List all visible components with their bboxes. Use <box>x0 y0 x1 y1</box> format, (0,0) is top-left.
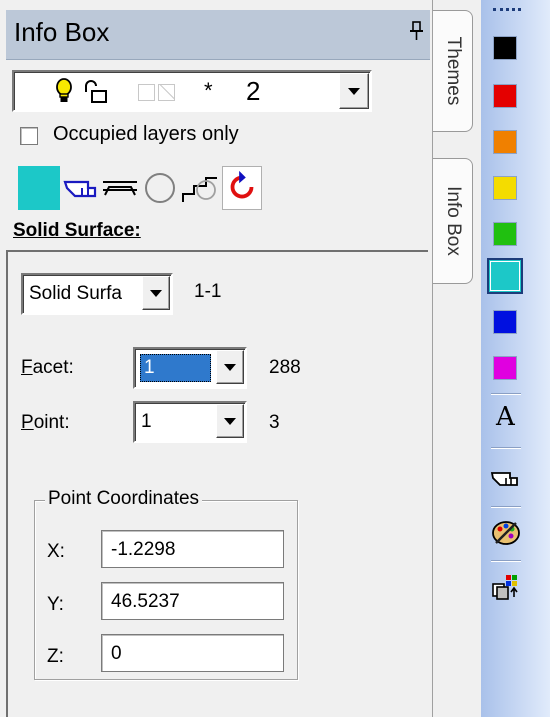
text-style-icon[interactable]: A <box>490 402 522 432</box>
swatch-red[interactable] <box>493 84 517 108</box>
circle-icon[interactable] <box>140 166 180 210</box>
x-coordinate-value: -1.2298 <box>111 539 176 560</box>
facet-dropdown-button[interactable] <box>216 350 244 384</box>
paint-palette-icon[interactable] <box>490 519 522 547</box>
tool-row <box>18 166 274 210</box>
toolbar-grip[interactable] <box>493 8 521 12</box>
y-coordinate-field[interactable]: 46.5237 <box>101 582 284 620</box>
point-value: 1 <box>141 411 152 432</box>
layer-number: 2 <box>246 76 261 106</box>
refresh-icon[interactable] <box>222 166 262 210</box>
occupied-layers-checkbox[interactable] <box>20 127 38 145</box>
element-type-value: Solid Surfa <box>29 283 122 304</box>
swatch-magenta[interactable] <box>493 356 517 380</box>
z-coordinate-field[interactable]: 0 <box>101 634 284 672</box>
layer-dropdown-button[interactable] <box>339 73 369 109</box>
point-label: Point: <box>21 412 70 433</box>
current-color-swatch[interactable] <box>18 166 60 210</box>
section-heading: Solid Surface: <box>13 220 141 241</box>
facet-count: 288 <box>269 357 301 378</box>
swatch-yellow[interactable] <box>493 176 517 200</box>
facet-combo[interactable]: 1 <box>133 347 247 389</box>
lightbulb-icon <box>56 78 72 102</box>
layer-color-box <box>138 84 155 101</box>
point-count: 3 <box>269 412 280 433</box>
stair-icon[interactable] <box>180 166 220 210</box>
facet-value: 1 <box>140 354 211 382</box>
layer-combo[interactable]: * 2 <box>12 70 372 112</box>
palette-separator <box>491 560 521 561</box>
unlocked-icon <box>85 80 107 103</box>
pin-icon[interactable] <box>408 20 424 42</box>
y-label: Y: <box>47 594 64 615</box>
point-dropdown-button[interactable] <box>216 404 244 438</box>
layer-star: * <box>204 78 213 103</box>
palette-separator <box>491 506 521 507</box>
element-type-combo[interactable]: Solid Surfa <box>21 273 173 315</box>
point-combo[interactable]: 1 <box>133 401 247 443</box>
title-bar: Info Box <box>6 10 430 60</box>
tab-themes[interactable]: Themes <box>433 10 473 132</box>
panel-title: Info Box <box>14 17 110 47</box>
tab-themes-label: Themes <box>442 36 464 106</box>
swatch-orange[interactable] <box>493 130 517 154</box>
occupied-layers-label: Occupied layers only <box>53 123 239 145</box>
y-coordinate-value: 46.5237 <box>111 591 180 612</box>
layer-swap-icon[interactable] <box>490 573 522 601</box>
swatch-cyan-selected[interactable] <box>487 258 523 294</box>
layer-linestyle-box <box>158 84 175 101</box>
pointer-hand-icon[interactable] <box>490 465 522 493</box>
swatch-black[interactable] <box>493 36 517 60</box>
swatch-green[interactable] <box>493 222 517 246</box>
facet-label: Facet: <box>21 357 74 378</box>
hatch-icon[interactable] <box>102 166 138 210</box>
element-id: 1-1 <box>194 281 222 302</box>
pointer-hand-icon[interactable] <box>62 166 100 210</box>
swatch-blue[interactable] <box>493 310 517 334</box>
palette-separator <box>491 447 521 448</box>
z-coordinate-value: 0 <box>111 643 122 664</box>
point-coordinates-legend: Point Coordinates <box>45 488 203 510</box>
z-label: Z: <box>47 646 64 667</box>
info-box-panel: Info Box * 2 Occupied layers only Solid … <box>0 0 433 717</box>
tab-info-box-label: Info Box <box>442 186 464 256</box>
palette-separator <box>491 393 521 394</box>
x-coordinate-field[interactable]: -1.2298 <box>101 530 284 568</box>
element-type-dropdown-button[interactable] <box>142 276 170 310</box>
palette-toolbar: A <box>481 0 550 717</box>
x-label: X: <box>47 541 65 562</box>
tab-info-box[interactable]: Info Box <box>433 158 473 284</box>
